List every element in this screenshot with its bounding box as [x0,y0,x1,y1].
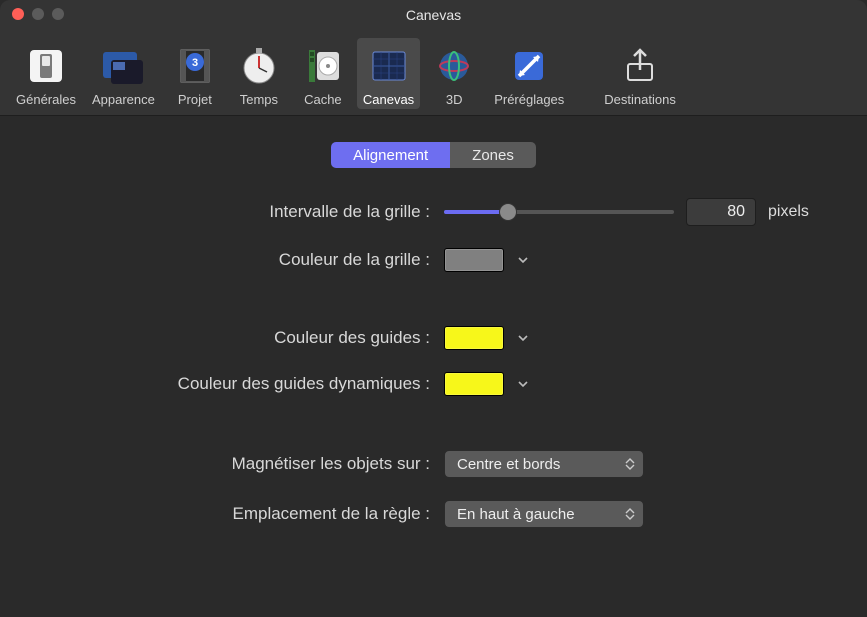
snap-select[interactable]: Centre et bords [444,450,644,478]
tool-cache[interactable]: Cache [293,38,353,109]
tool-label: Canevas [363,92,414,107]
window-title: Canevas [406,7,461,23]
appearance-icon [99,42,147,90]
grid-spacing-label: Intervalle de la grille : [50,202,430,222]
globe-3d-icon [430,42,478,90]
grid-color-well[interactable] [444,248,504,272]
share-icon [616,42,664,90]
tool-time[interactable]: Temps [229,38,289,109]
tool-label: Temps [240,92,278,107]
tool-general[interactable]: Générales [10,38,82,109]
ruler-value: En haut à gauche [457,506,575,523]
tool-label: Cache [304,92,342,107]
tab-alignment[interactable]: Alignement [331,142,450,168]
dyn-guide-color-label: Couleur des guides dynamiques : [50,374,430,394]
minimize-icon[interactable] [32,8,44,20]
grid-spacing-field[interactable]: 80 [686,198,756,226]
slider-thumb[interactable] [499,203,517,221]
tool-3d[interactable]: 3D [424,38,484,109]
tool-label: Apparence [92,92,155,107]
segmented-control: Alignement Zones [50,142,817,168]
guide-color-well[interactable] [444,326,504,350]
close-icon[interactable] [12,8,24,20]
guide-color-label: Couleur des guides : [50,328,430,348]
presets-icon [505,42,553,90]
tool-canvas[interactable]: Canevas [357,38,420,109]
chevron-down-icon[interactable] [516,253,530,267]
grid-spacing-slider[interactable] [444,202,674,222]
chevron-down-icon[interactable] [516,377,530,391]
dyn-guide-color-well[interactable] [444,372,504,396]
tool-presets[interactable]: Préréglages [488,38,570,109]
toolbar: Générales Apparence 3 Projet Temps Cache [0,30,867,116]
updown-icon [623,504,637,524]
chevron-down-icon[interactable] [516,331,530,345]
disk-icon [299,42,347,90]
titlebar: Canevas [0,0,867,30]
window-controls [12,8,64,20]
tool-appearance[interactable]: Apparence [86,38,161,109]
switch-icon [22,42,70,90]
tab-zones[interactable]: Zones [450,142,536,168]
snap-value: Centre et bords [457,456,560,473]
ruler-select[interactable]: En haut à gauche [444,500,644,528]
tool-label: 3D [446,92,463,107]
grid-color-label: Couleur de la grille : [50,250,430,270]
tool-label: Projet [178,92,212,107]
tool-destinations[interactable]: Destinations [598,38,682,109]
zoom-icon[interactable] [52,8,64,20]
film-icon: 3 [171,42,219,90]
tool-label: Préréglages [494,92,564,107]
ruler-label: Emplacement de la règle : [50,504,430,524]
canvas-icon [365,42,413,90]
grid-spacing-unit: pixels [768,203,809,221]
preferences-window: Canevas Générales Apparence 3 Projet Te [0,0,867,617]
canvas-pane: Alignement Zones Intervalle de la grille… [0,116,867,528]
snap-label: Magnétiser les objets sur : [50,454,430,474]
tool-label: Destinations [604,92,676,107]
updown-icon [623,454,637,474]
alignment-form: Intervalle de la grille : 80 pixels Coul… [50,198,817,528]
svg-text:3: 3 [192,57,198,69]
tool-project[interactable]: 3 Projet [165,38,225,109]
tool-label: Générales [16,92,76,107]
stopwatch-icon [235,42,283,90]
